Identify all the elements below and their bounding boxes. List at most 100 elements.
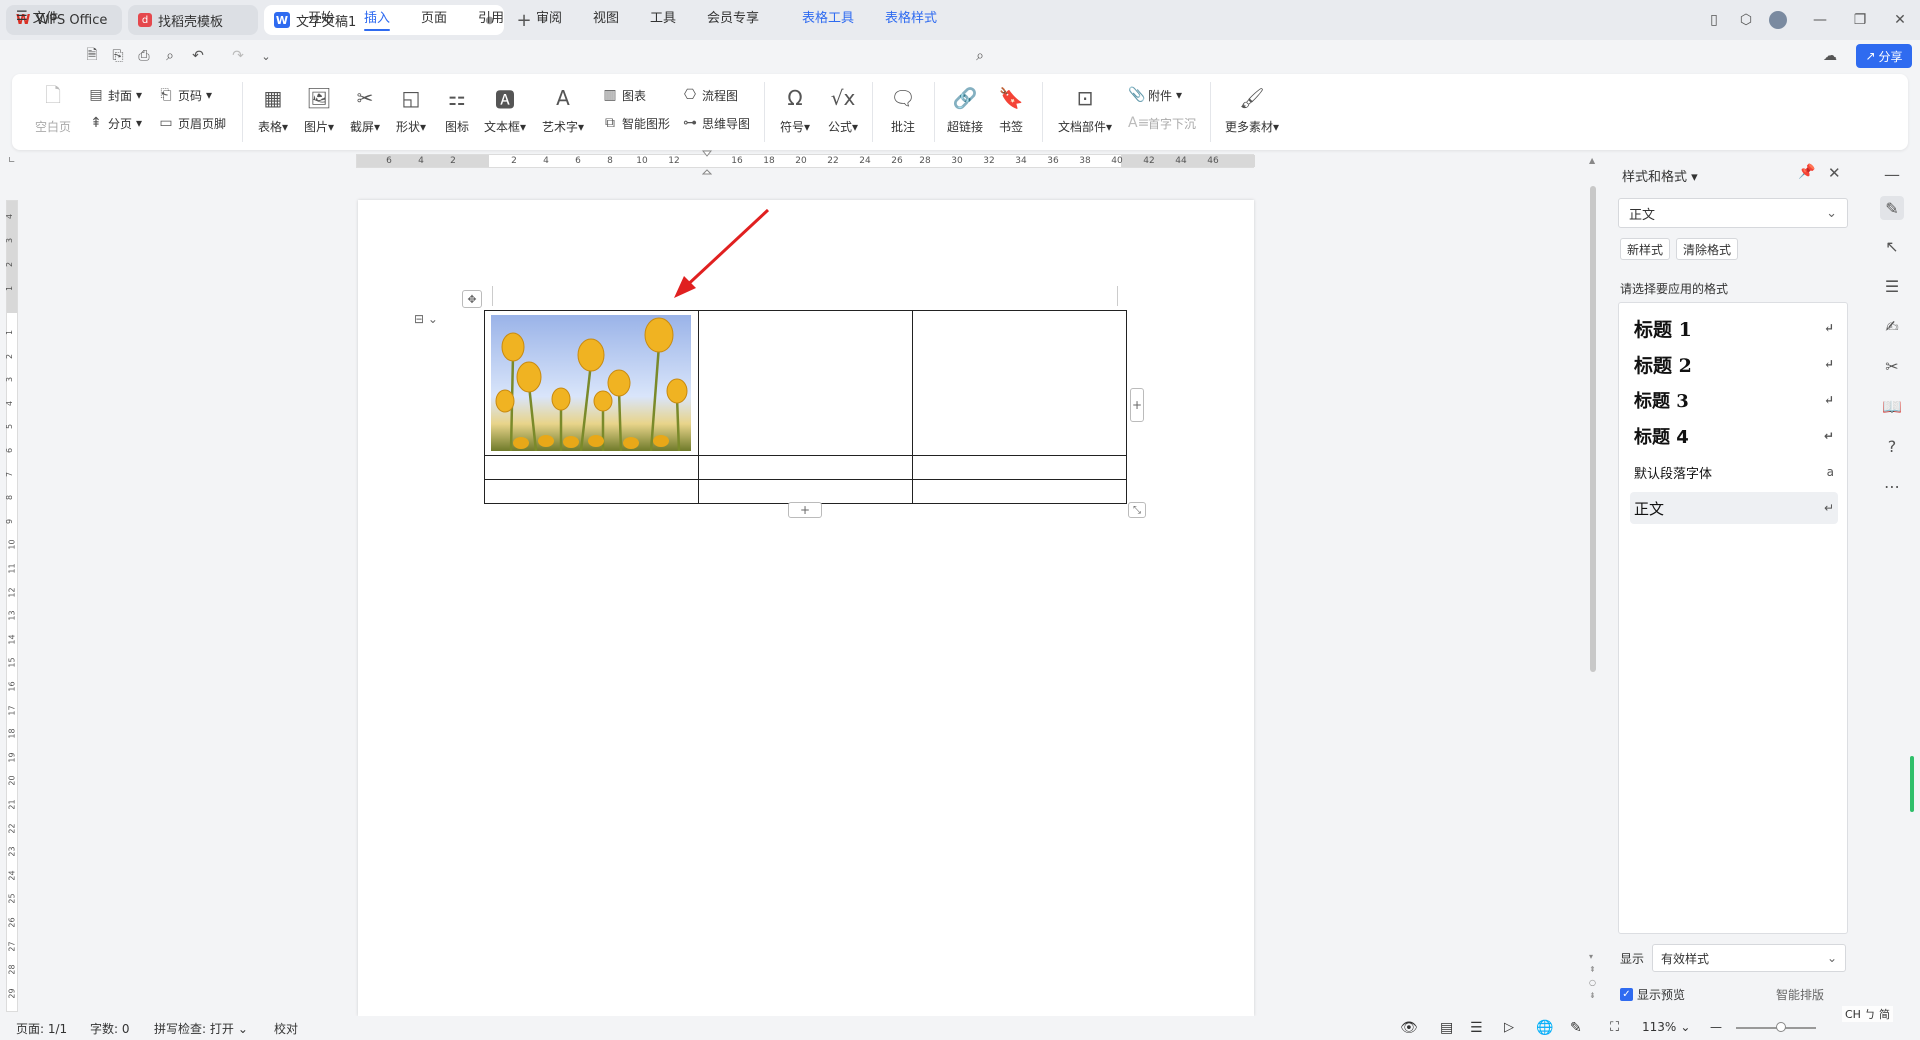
chart-button[interactable]: ▥ 图表 (602, 84, 646, 106)
pen-icon[interactable]: ✎ (1570, 1020, 1582, 1036)
eye-icon[interactable]: 👁 (1400, 1020, 1418, 1036)
save-icon[interactable]: 🗎 (80, 44, 104, 68)
table-cell[interactable] (698, 310, 913, 456)
table-button[interactable]: ▦ 表格▾ (248, 84, 298, 144)
cover-button[interactable]: ▤ 封面 ▾ (88, 84, 142, 106)
proofread-button[interactable]: 校对 (274, 1020, 298, 1037)
page-count[interactable]: 页面: 1/1 (16, 1020, 67, 1037)
cloud-icon[interactable]: ☁ (1818, 44, 1842, 68)
export-icon[interactable]: ⎘ (106, 44, 130, 68)
wordart-button[interactable]: A 艺术字▾ (538, 84, 588, 144)
style-heading-1[interactable]: 标题 1 ↵ (1630, 312, 1838, 344)
screenshot-button[interactable]: ✂ 截屏▾ (340, 84, 390, 144)
more-icon[interactable]: ⋯ (1880, 474, 1904, 498)
menu-tools[interactable]: 工具 (650, 6, 676, 26)
add-row-plus-icon[interactable]: + (788, 502, 822, 518)
sliders-icon[interactable]: ☰ (1880, 274, 1904, 298)
formula-button[interactable]: √x 公式▾ (818, 84, 868, 144)
horizontal-ruler[interactable]: 6 4 2 2 4 6 8 10 12 16 18 20 22 24 26 28… (356, 154, 1255, 168)
header-footer-button[interactable]: ▭ 页眉页脚 (158, 112, 226, 134)
blank-page-button[interactable]: 🗋 空白页 (28, 83, 78, 144)
panel-title[interactable]: 样式和格式 ▾ (1622, 166, 1698, 185)
symbol-button[interactable]: Ω 符号▾ (770, 84, 820, 144)
edit-doc-icon[interactable]: ✍ (1880, 314, 1904, 338)
textbox-button[interactable]: 🅰 文本框▾ (480, 84, 530, 144)
menu-table-tools[interactable]: 表格工具 (802, 6, 854, 26)
menu-table-style[interactable]: 表格样式 (885, 6, 937, 26)
style-heading-3[interactable]: 标题 3 ↵ (1630, 384, 1838, 416)
table-cell[interactable] (484, 455, 699, 480)
close-panel-icon[interactable]: ✕ (1828, 164, 1841, 182)
zoom-slider-handle[interactable] (1776, 1022, 1786, 1032)
menu-insert[interactable]: 插入 (364, 6, 391, 31)
tulip-image[interactable] (491, 315, 691, 451)
undo-icon[interactable]: ↶ (186, 44, 210, 68)
close-window-icon[interactable]: ✕ (1888, 8, 1912, 32)
indent-marker[interactable] (701, 150, 713, 176)
play-icon[interactable]: ▷ (1504, 1020, 1514, 1035)
menu-page[interactable]: 页面 (421, 6, 447, 26)
style-heading-2[interactable]: 标题 2 ↵ (1630, 348, 1838, 380)
current-style-dropdown[interactable]: 正文 ⌄ (1618, 198, 1848, 228)
smart-layout-button[interactable]: 智能排版 (1776, 986, 1824, 1003)
table-cell[interactable] (698, 479, 913, 504)
document-table[interactable] (484, 310, 1127, 504)
print-icon[interactable]: ⎙ (132, 44, 156, 68)
style-pen-icon[interactable]: ✎ (1880, 196, 1904, 220)
tools-icon[interactable]: ✂ (1880, 354, 1904, 378)
dropcap-button[interactable]: A≡ 首字下沉 (1128, 112, 1196, 134)
cube-icon[interactable]: ⬡ (1734, 8, 1758, 32)
select-cursor-icon[interactable]: ↖ (1880, 234, 1904, 258)
collapse-strip-icon[interactable]: — (1880, 162, 1904, 186)
attachment-button[interactable]: 📎 附件 ▾ (1128, 84, 1182, 106)
zoom-out-icon[interactable]: — (1710, 1020, 1722, 1034)
window-layout-icon[interactable]: ▯ (1702, 8, 1726, 32)
menu-references[interactable]: 引用 (478, 6, 504, 26)
document-scrollbar[interactable]: ▲ ▾ ⇞ ○ ⇟ (1588, 156, 1598, 1012)
menu-home[interactable]: 开始 (308, 6, 334, 26)
clear-format-button[interactable]: 清除格式 (1676, 238, 1739, 260)
table-layout-menu-icon[interactable]: ⊟ ⌄ (414, 312, 438, 326)
flowchart-button[interactable]: ⎔ 流程图 (682, 84, 738, 106)
zoom-level[interactable]: 113% ⌄ (1642, 1020, 1690, 1034)
book-icon[interactable]: 📖 (1880, 394, 1904, 418)
icon-button[interactable]: ⚏ 图标 (432, 84, 482, 144)
mindmap-button[interactable]: ⊶ 思维导图 (682, 112, 750, 134)
redo-icon[interactable]: ↷ (226, 44, 250, 68)
page-number-button[interactable]: ⎗ 页码 ▾ (158, 84, 212, 106)
word-count[interactable]: 字数: 0 (90, 1020, 130, 1037)
picture-button[interactable]: 🖼 图片▾ (294, 84, 344, 144)
ime-indicator[interactable]: CH ㄅ 简 (1842, 1006, 1893, 1022)
page-break-button[interactable]: ⇞ 分页 ▾ (88, 112, 142, 134)
new-style-button[interactable]: 新样式 (1620, 238, 1671, 260)
smart-shape-button[interactable]: ⧉ 智能图形 (602, 112, 670, 134)
fit-page-icon[interactable]: ⛶ (1610, 1020, 1619, 1035)
hyperlink-button[interactable]: 🔗 超链接 (940, 84, 990, 144)
menu-review[interactable]: 审阅 (536, 6, 562, 26)
doc-parts-button[interactable]: ⊡ 文档部件▾ (1054, 84, 1116, 144)
style-body-text[interactable]: 正文 ↵ (1630, 492, 1838, 524)
show-filter-dropdown[interactable]: 有效样式 ⌄ (1652, 944, 1846, 972)
bookmark-button[interactable]: 🔖 书签 (986, 84, 1036, 144)
style-heading-4[interactable]: 标题 4 ↵ (1630, 420, 1838, 452)
menu-membership[interactable]: 会员专享 (707, 6, 759, 26)
share-button[interactable]: ↗ 分享 (1856, 44, 1912, 68)
table-cell[interactable] (912, 310, 1127, 456)
page-view-icon[interactable]: ▤ (1440, 1020, 1453, 1036)
table-cell[interactable] (912, 455, 1127, 480)
table-move-handle-icon[interactable]: ✥ (462, 290, 482, 308)
style-default-paragraph-font[interactable]: 默认段落字体 a (1630, 456, 1838, 488)
outline-view-icon[interactable]: ☰ (1470, 1020, 1483, 1036)
more-materials-button[interactable]: 🖌 更多素材▾ (1220, 84, 1284, 144)
table-cell[interactable] (698, 455, 913, 480)
table-cell[interactable] (484, 310, 699, 456)
shape-button[interactable]: ◱ 形状▾ (386, 84, 436, 144)
menu-view[interactable]: 视图 (593, 6, 619, 26)
table-cell[interactable] (484, 479, 699, 504)
web-view-icon[interactable]: 🌐 (1536, 1020, 1553, 1036)
spell-check-toggle[interactable]: 拼写检查: 打开 ⌄ (154, 1020, 248, 1037)
pin-icon[interactable]: 📌 (1798, 164, 1815, 180)
scroll-up-icon[interactable]: ▲ (1589, 156, 1595, 165)
search-icon[interactable]: ⌕ (968, 44, 992, 68)
file-menu[interactable]: ☰ 文件 (16, 6, 59, 26)
